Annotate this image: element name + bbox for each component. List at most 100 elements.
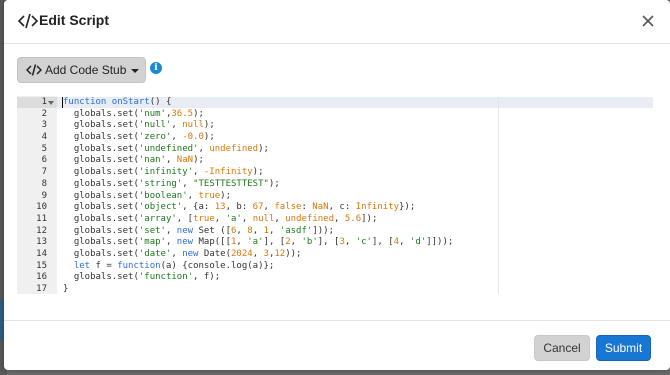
code-line: 4 globals.set('zero', -0.0); bbox=[17, 132, 654, 144]
code-token: NaN bbox=[176, 155, 194, 166]
code-token: , bbox=[274, 213, 286, 224]
code-token: 'b' bbox=[301, 237, 318, 248]
code-token: -Infinity bbox=[203, 167, 253, 178]
code-token: , bbox=[182, 178, 194, 189]
code-token: 'function' bbox=[138, 272, 194, 283]
info-icon[interactable]: i bbox=[150, 62, 162, 74]
code-token: 'array' bbox=[138, 213, 177, 224]
code-token: 'object' bbox=[138, 202, 183, 213]
code-token: , bbox=[252, 225, 264, 236]
code-token: ); bbox=[193, 108, 204, 119]
code-token: , bbox=[268, 225, 280, 236]
code-token: , bbox=[236, 237, 248, 248]
code-token: "TESTTESTTEST" bbox=[193, 178, 269, 189]
line-number: 11 bbox=[36, 213, 47, 224]
code-token: ]); bbox=[361, 213, 378, 224]
code-token: Map([[ bbox=[193, 237, 231, 248]
code-token: globals.set( bbox=[63, 108, 139, 119]
code-icon bbox=[26, 64, 42, 76]
code-token: , bbox=[290, 237, 302, 248]
code-token: ); bbox=[268, 178, 280, 189]
code-line: 9 globals.set('boolean', true); bbox=[17, 191, 654, 203]
line-number: 5 bbox=[41, 143, 47, 154]
code-token: , {a: bbox=[182, 202, 215, 213]
code-token: , bbox=[165, 225, 177, 236]
code-text: } bbox=[63, 284, 68, 296]
code-token: undefined bbox=[209, 143, 259, 154]
code-editor[interactable]: 1 function onStart() {2 globals.set('num'… bbox=[17, 96, 654, 294]
code-token: } bbox=[63, 284, 69, 294]
code-token: true bbox=[193, 213, 215, 224]
code-token: ], [ bbox=[317, 237, 340, 248]
code-token: globals.set( bbox=[63, 272, 139, 283]
code-token: , bbox=[193, 167, 204, 178]
code-token: false bbox=[274, 202, 302, 213]
code-token: globals.set( bbox=[63, 167, 139, 178]
code-token: null bbox=[182, 120, 204, 131]
code-token: 'set' bbox=[138, 225, 166, 236]
line-number: 3 bbox=[41, 120, 47, 131]
code-token: ); bbox=[203, 132, 215, 143]
code-token: 'c' bbox=[355, 237, 372, 248]
close-icon[interactable] bbox=[640, 13, 656, 29]
code-text: globals.set('function', f); bbox=[63, 272, 220, 284]
code-token: 'num' bbox=[138, 108, 166, 119]
code-token: new bbox=[176, 225, 194, 236]
code-token: 'date' bbox=[138, 248, 172, 259]
code-text: globals.set('infinity', -Infinity); bbox=[63, 167, 264, 179]
code-token: globals.set( bbox=[63, 225, 139, 236]
line-number: 17 bbox=[36, 284, 47, 294]
code-text: let f = function(a) {console.log(a)}; bbox=[63, 260, 275, 273]
code-line: 2 globals.set('num',36.5); bbox=[17, 109, 654, 121]
code-token: globals.set( bbox=[63, 213, 139, 224]
fold-toggle-icon[interactable] bbox=[48, 101, 54, 105]
code-token: 'undefined' bbox=[138, 143, 199, 154]
code-text: globals.set('boolean', true); bbox=[63, 191, 231, 203]
code-token: globals.set( bbox=[63, 155, 139, 166]
line-number: 10 bbox=[36, 202, 47, 213]
code-token: (a) {console.log(a)}; bbox=[160, 260, 275, 271]
code-token: 'map' bbox=[138, 237, 166, 248]
code-token: 36.5 bbox=[171, 108, 194, 119]
code-line: 6 globals.set('nan', NaN); bbox=[17, 155, 654, 167]
code-token: new bbox=[176, 237, 194, 248]
code-token: ); bbox=[193, 155, 204, 166]
code-token: ); bbox=[252, 167, 264, 178]
code-token: }); bbox=[399, 202, 416, 213]
code-text: globals.set('array', [true, 'a', null, u… bbox=[63, 213, 378, 226]
add-code-stub-button[interactable]: Add Code Stub bbox=[17, 57, 146, 83]
code-token: )); bbox=[285, 248, 302, 259]
chevron-down-icon bbox=[131, 69, 139, 73]
code-text: globals.set('set', new Set ([6, 8, 1, 'a… bbox=[63, 226, 334, 238]
code-token: new bbox=[182, 248, 199, 259]
code-line: 3 globals.set('null', null); bbox=[17, 120, 654, 132]
code-text: function onStart() { bbox=[63, 97, 171, 109]
cancel-button[interactable]: Cancel bbox=[534, 335, 590, 361]
line-number: 15 bbox=[36, 260, 47, 271]
code-token: , bbox=[171, 248, 183, 259]
code-token: , bbox=[171, 132, 183, 143]
code-token: 67 bbox=[252, 202, 264, 213]
text-cursor bbox=[62, 97, 63, 108]
code-token: NaN bbox=[312, 202, 329, 213]
code-line: 10 globals.set('object', {a: 13, b: 67, … bbox=[17, 202, 654, 214]
code-text: globals.set('date', new Date(2024, 3,12)… bbox=[63, 248, 302, 261]
code-token: 'a' bbox=[247, 237, 264, 248]
code-token: globals.set( bbox=[63, 120, 139, 131]
code-token: , c: bbox=[328, 202, 356, 213]
code-token: , bbox=[252, 248, 264, 259]
line-number: 9 bbox=[41, 190, 47, 201]
submit-button[interactable]: Submit bbox=[596, 335, 651, 361]
code-line: 14 globals.set('date', new Date(2024, 3,… bbox=[17, 249, 654, 261]
code-token: undefined bbox=[285, 213, 335, 224]
code-token: function bbox=[63, 97, 107, 107]
code-token: true bbox=[198, 190, 221, 201]
code-token: globals.set( bbox=[63, 143, 139, 154]
code-token: Date( bbox=[198, 248, 231, 259]
code-token: , bbox=[214, 213, 226, 224]
line-number: 7 bbox=[41, 167, 47, 178]
line-number: 13 bbox=[36, 237, 47, 248]
code-token: globals.set( bbox=[63, 237, 139, 248]
code-line: 12 globals.set('set', new Set ([6, 8, 1,… bbox=[17, 226, 654, 238]
code-text: globals.set('zero', -0.0); bbox=[63, 132, 215, 144]
